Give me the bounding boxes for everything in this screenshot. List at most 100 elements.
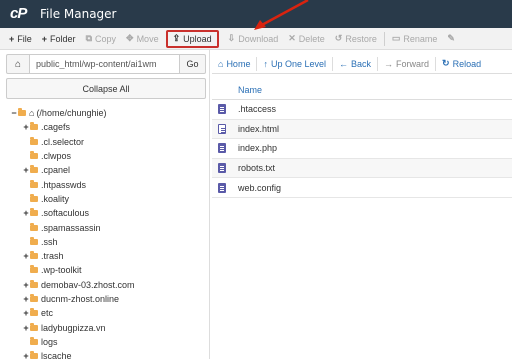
folder-icon [30, 208, 38, 217]
tree-item[interactable]: + etc [0, 306, 210, 320]
forward-button[interactable]: → Forward [378, 55, 435, 73]
download-label: Download [238, 33, 279, 44]
restore-button[interactable]: ↺ Restore [330, 30, 382, 48]
cpanel-logo: cP [10, 5, 27, 22]
home-icon: ⌂ [29, 108, 35, 119]
folder-icon [30, 308, 38, 317]
folder-icon [30, 165, 38, 174]
file-table: Name .htaccess index.html index.php robots.… [212, 80, 512, 198]
tree-item[interactable]: + .softaculous [0, 206, 210, 220]
expand-toggle-icon[interactable]: + [22, 208, 30, 218]
home-path-button[interactable]: ⌂ [6, 54, 30, 74]
folder-icon [30, 122, 38, 131]
tree-item[interactable]: + demobav-03.zhost.com [0, 278, 210, 292]
folder-icon [30, 179, 38, 188]
back-label: Back [351, 58, 372, 69]
table-row[interactable]: .htaccess [212, 100, 512, 120]
tree-item[interactable]: .koality [0, 192, 210, 206]
expand-toggle-icon[interactable]: + [22, 251, 30, 261]
annotation-arrow [254, 0, 309, 30]
tree-item-label: ladybugpizza.vn [41, 322, 106, 333]
collapse-toggle-icon[interactable]: − [10, 108, 18, 118]
tree-item-label: .koality [41, 193, 70, 204]
reload-button[interactable]: ↻ Reload [436, 55, 487, 73]
copy-button[interactable]: ⧉ Copy [81, 30, 121, 48]
expand-toggle-icon[interactable]: + [22, 122, 30, 132]
table-row[interactable]: web.config [212, 178, 512, 198]
arrow-up-icon: ↑ [263, 58, 268, 69]
reload-label: Reload [452, 58, 482, 69]
icon-column-header [212, 80, 232, 100]
collapse-all-button[interactable]: Collapse All [6, 78, 206, 99]
tree-item-label: demobav-03.zhost.com [41, 279, 135, 290]
folder-icon [30, 151, 38, 160]
tree-item-label: etc [41, 308, 54, 319]
new-folder-button[interactable]: + Folder [37, 30, 81, 48]
name-column-header[interactable]: Name [232, 85, 262, 95]
expand-toggle-icon[interactable]: + [22, 308, 30, 318]
expand-toggle-icon[interactable]: + [22, 165, 30, 175]
expand-toggle-icon[interactable]: + [22, 294, 30, 304]
folder-icon [30, 322, 38, 331]
tree-item-label: .htpasswds [41, 179, 87, 190]
upload-button[interactable]: ⇪ Upload [165, 29, 219, 48]
folder-icon [30, 294, 38, 302]
rename-label: Rename [403, 33, 438, 44]
tree-item[interactable]: .spamassassin [0, 220, 210, 234]
expand-toggle-icon[interactable]: + [22, 323, 30, 333]
tree-item[interactable]: .cl.selector [0, 135, 210, 149]
file-icon-cell [212, 163, 232, 174]
forward-label: Forward [396, 58, 430, 69]
table-row[interactable]: index.html [212, 119, 512, 140]
file-icon-cell [212, 123, 232, 134]
edit-button[interactable]: ✎ [442, 30, 463, 48]
move-icon: ✥ [126, 33, 134, 43]
new-file-button[interactable]: + File [4, 30, 37, 48]
tree-item-label: ducnm-zhost.online [41, 294, 120, 304]
folder-icon [30, 236, 38, 245]
up-one-level-label: Up One Level [270, 58, 326, 69]
tree-item[interactable]: .wp-toolkit [0, 263, 210, 277]
tree-item-label: .softaculous [41, 208, 90, 219]
file-icon-cell [212, 143, 232, 154]
tree-item[interactable]: + lscache [0, 349, 210, 363]
back-button[interactable]: ← Back [333, 55, 377, 73]
tree-item-label: .cagefs [41, 122, 71, 133]
file-name: robots.txt [238, 163, 276, 174]
tree-item[interactable]: + .cagefs [0, 120, 210, 134]
tree-item-label: .wp-toolkit [41, 265, 82, 276]
download-icon: ⇩ [227, 33, 236, 43]
tree-item-label: logs [41, 336, 58, 347]
tree-item[interactable]: logs [0, 335, 210, 349]
home-button[interactable]: ⌂ Home [212, 55, 256, 73]
text-file-icon [218, 182, 226, 193]
copy-icon: ⧉ [85, 33, 92, 43]
table-row[interactable]: robots.txt [212, 158, 512, 179]
tree-root[interactable]: − ⌂ (/home/chunghie) [0, 106, 210, 120]
tree-item[interactable]: + .cpanel [0, 163, 210, 177]
copy-label: Copy [95, 33, 117, 44]
expand-toggle-icon[interactable]: + [22, 351, 30, 361]
folder-icon [30, 336, 38, 345]
arrow-right-icon: → [384, 58, 394, 69]
file-name: web.config [238, 182, 282, 193]
table-row[interactable]: index.php [212, 139, 512, 159]
app-title: File Manager [40, 7, 117, 21]
tree-item[interactable]: + ducnm-zhost.online [0, 292, 210, 306]
path-input[interactable] [30, 54, 180, 74]
upload-label: Upload [183, 33, 212, 44]
up-one-level-button[interactable]: ↑ Up One Level [257, 55, 332, 73]
tree-item[interactable]: .clwpos [0, 149, 210, 163]
tree-item[interactable]: + ladybugpizza.vn [0, 320, 210, 334]
go-button[interactable]: Go [180, 54, 206, 74]
navigation-bar: ⌂ Home ↑ Up One Level ← Back → Forward ↻ Relo… [212, 54, 512, 74]
expand-toggle-icon[interactable]: + [22, 280, 30, 290]
rename-button[interactable]: ▭ Rename [387, 30, 443, 48]
tree-item[interactable]: .htpasswds [0, 177, 210, 191]
folder-icon [30, 193, 38, 202]
file-name: .htaccess [238, 104, 277, 115]
tree-item[interactable]: + .trash [0, 249, 210, 263]
delete-label: Delete [298, 33, 325, 44]
move-button[interactable]: ✥ Move [121, 30, 164, 48]
tree-item[interactable]: .ssh [0, 235, 210, 249]
